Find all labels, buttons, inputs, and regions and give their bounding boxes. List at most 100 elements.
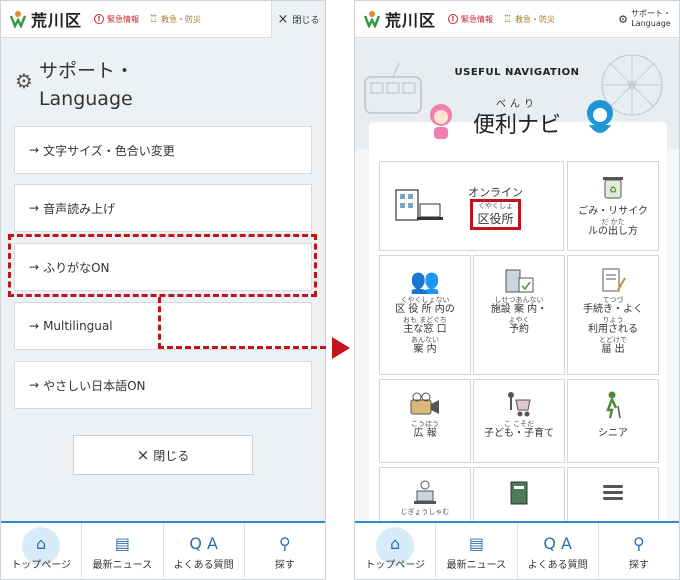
tile-label: 広 報 xyxy=(413,428,437,439)
tile-label: 区役所 xyxy=(477,211,514,226)
tile-facility-reservation[interactable]: しせつあんない 施設 案 内・ よやく 予約 xyxy=(473,255,565,375)
bottom-nav-search[interactable]: ⚲ 探す xyxy=(599,523,679,579)
site-header: 荒川区 ! 緊急情報 ♖ 救急・防災 ⚙ サポート・ Language xyxy=(355,1,679,38)
bottom-nav: ⌂ トップページ ▤ 最新ニュース Q A よくある質問 ⚲ 探す xyxy=(355,521,679,579)
site-logo[interactable]: 荒川区 xyxy=(363,7,436,31)
tile-ruby: くやくしょ xyxy=(477,201,513,210)
support-label-line1: サポート・ xyxy=(631,9,671,18)
rescue-disaster-link[interactable]: ♖ 救急・防災 xyxy=(149,14,201,25)
arakawa-logo-icon xyxy=(9,11,27,28)
menu-item-read-aloud[interactable]: → 音声読み上げ xyxy=(14,184,312,232)
bottom-nav-label: トップページ xyxy=(11,559,72,571)
menu-item-label: やさしい日本語ON xyxy=(43,378,146,393)
business-person-icon xyxy=(414,480,436,504)
bottom-nav-news[interactable]: ▤ 最新ニュース xyxy=(436,523,518,579)
support-title-line2: Language xyxy=(38,88,133,110)
tile-label: 予約 xyxy=(509,324,529,335)
arrow-right-icon: → xyxy=(29,319,40,333)
menu-item-text-size-color[interactable]: → 文字サイズ・色合い変更 xyxy=(14,126,312,174)
tile-book[interactable] xyxy=(473,467,565,527)
tile-label: オンライン xyxy=(468,185,523,199)
siren-icon: ♖ xyxy=(503,13,512,25)
tile-ruby: あんない xyxy=(411,336,439,344)
alert-icon: ! xyxy=(448,14,459,24)
connector-line xyxy=(158,346,326,349)
bottom-nav-label: 探す xyxy=(274,559,295,571)
tile-label: 主な窓 口 xyxy=(403,324,447,335)
tile-children-childcare[interactable]: こ こそだ 子ども・子育て xyxy=(473,379,565,463)
rescue-disaster-link[interactable]: ♖ 救急・防災 xyxy=(503,14,555,25)
connector-line xyxy=(158,297,161,349)
support-title: ⚙ サポート・ Language xyxy=(15,57,134,113)
tile-public-relations[interactable]: こうほう 広 報 xyxy=(379,379,471,463)
tile-business[interactable]: じぎょうしゃむ xyxy=(379,467,471,527)
bottom-nav-label: よくある質問 xyxy=(173,559,234,571)
faq-icon: Q A xyxy=(189,533,218,553)
tile-ruby: くやくしょない xyxy=(400,296,450,304)
bottom-nav-top-page[interactable]: ⌂ トップページ xyxy=(355,523,437,579)
site-header: 荒川区 ! 緊急情報 ♖ 救急・防災 × 閉じる xyxy=(1,1,325,38)
panel-close-button[interactable]: × 閉じる xyxy=(73,435,253,475)
tile-ruby: こ こそだ xyxy=(503,420,535,428)
tile-online-ward-office[interactable]: オンライン くやくしょ 区役所 xyxy=(379,161,564,251)
bottom-nav-news[interactable]: ▤ 最新ニュース xyxy=(82,523,164,579)
tile-ruby: だ かた xyxy=(601,218,625,226)
support-title-line1: サポート・ xyxy=(38,60,134,82)
close-icon: × xyxy=(136,446,150,464)
tile-senior[interactable]: シニア xyxy=(567,379,659,463)
right-screen: 荒川区 ! 緊急情報 ♖ 救急・防災 ⚙ サポート・ Language USEF… xyxy=(354,0,680,580)
close-label: 閉じる xyxy=(292,15,320,26)
bottom-nav-label: 最新ニュース xyxy=(92,559,153,571)
tile-ward-office-guide[interactable]: 👥 くやくしょない 区 役 所 内の おも まどぐち 主な窓 口 あんない 案 … xyxy=(379,255,471,375)
bottom-nav-search[interactable]: ⚲ 探す xyxy=(245,523,325,579)
tile-ruby: よやく xyxy=(508,316,530,324)
bottom-nav: ⌂ トップページ ▤ 最新ニュース Q A よくある質問 ⚲ 探す xyxy=(1,521,325,579)
connector-arrow-icon xyxy=(332,337,350,359)
tile-ruby: しせつあんない xyxy=(494,296,544,304)
tile-list[interactable] xyxy=(567,467,659,527)
arrow-right-icon: → xyxy=(29,201,40,215)
list-icon xyxy=(603,485,623,500)
bottom-nav-label: 探す xyxy=(628,559,649,571)
useful-navigation-heading: USEFUL NAVIGATION xyxy=(454,67,580,78)
form-pencil-icon xyxy=(602,268,626,292)
reception-desk-icon: 👥 xyxy=(410,267,440,295)
blue-mascot-icon xyxy=(587,100,613,133)
ward-office-highlight: くやくしょ 区役所 xyxy=(470,198,521,230)
faq-icon: Q A xyxy=(543,533,572,553)
bottom-nav-top-page[interactable]: ⌂ トップページ xyxy=(1,523,83,579)
rescue-label: 救急・防災 xyxy=(160,14,201,24)
menu-item-easy-japanese[interactable]: → やさしい日本語ON xyxy=(14,361,312,409)
pink-mascot-icon xyxy=(430,104,452,139)
tile-label: シニア xyxy=(598,428,628,439)
menu-item-multilingual[interactable]: → Multilingual xyxy=(14,302,312,350)
arrow-right-icon: → xyxy=(29,143,40,157)
navi-banner: USEFUL NAVIGATION べんり 便利ナビ xyxy=(355,39,679,149)
bottom-nav-label: 最新ニュース xyxy=(446,559,507,571)
gear-icon: ⚙ xyxy=(15,69,33,93)
logo-text: 荒川区 xyxy=(385,11,437,30)
logo-text: 荒川区 xyxy=(31,11,83,30)
tile-ruby: りよう xyxy=(602,316,624,324)
arakawa-logo-icon xyxy=(363,11,381,28)
emergency-info-link[interactable]: ! 緊急情報 xyxy=(448,14,493,25)
bottom-nav-faq[interactable]: Q A よくある質問 xyxy=(518,523,599,579)
tile-procedures[interactable]: てつづ 手続き・よく りよう 利用される とどけで 届 出 xyxy=(567,255,659,375)
home-icon: ⌂ xyxy=(36,533,47,553)
tile-ruby: こうほう xyxy=(411,420,439,428)
close-icon: × xyxy=(277,11,289,27)
bottom-nav-label: トップページ xyxy=(365,559,426,571)
support-language-button[interactable]: ⚙ サポート・ Language xyxy=(618,9,671,29)
tile-ruby: とどけで xyxy=(599,336,627,344)
alert-icon: ! xyxy=(94,14,105,24)
site-logo[interactable]: 荒川区 xyxy=(9,7,82,31)
bottom-nav-faq[interactable]: Q A よくある質問 xyxy=(164,523,245,579)
header-close-button[interactable]: × 閉じる xyxy=(271,1,325,38)
menu-item-label: Multilingual xyxy=(43,319,113,333)
tile-garbage-recycling[interactable]: ♻ ごみ・リサイク だ かた ルの出し方 xyxy=(567,161,659,251)
tile-ruby: おも まどぐち xyxy=(402,316,447,324)
tile-label: ごみ・リサイク xyxy=(578,206,648,217)
benri-navi-title: 便利ナビ xyxy=(472,113,561,138)
tile-ruby: じぎょうしゃむ xyxy=(400,508,450,516)
emergency-info-link[interactable]: ! 緊急情報 xyxy=(94,14,139,25)
